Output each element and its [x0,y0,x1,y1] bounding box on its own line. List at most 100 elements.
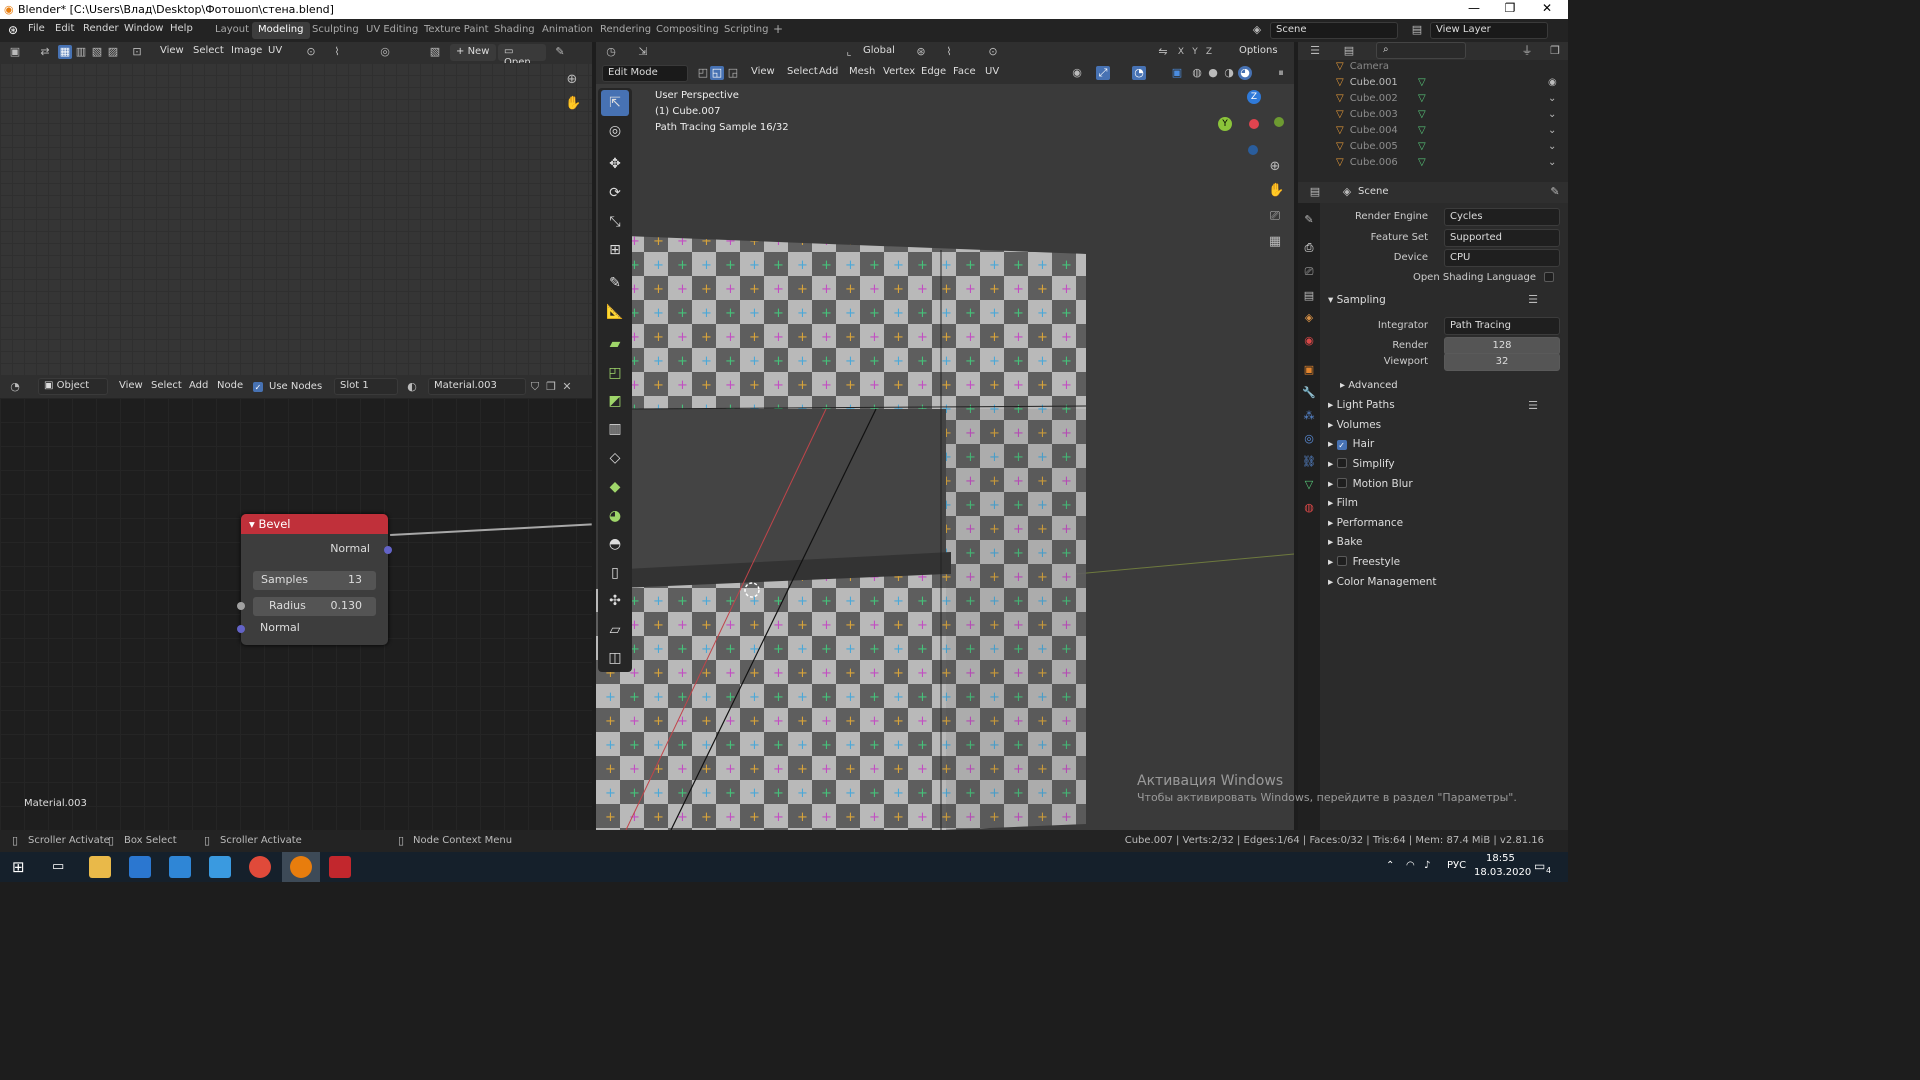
modifier-tab-icon[interactable]: 🔧 [1302,386,1316,400]
move-tool-icon[interactable]: ✥ [601,151,629,177]
uv-sync-icon[interactable]: ⇄ [38,45,52,59]
motion-blur-section[interactable]: ▸ Motion Blur [1328,478,1413,490]
gizmo-toggle-icon[interactable]: ⤢ [1096,66,1110,80]
advanced-subsection[interactable]: ▸ Advanced [1340,380,1398,391]
pan-icon[interactable]: ✋ [1268,184,1284,198]
freestyle-checkbox[interactable] [1336,556,1347,566]
radius-socket[interactable] [237,602,245,610]
simplify-section[interactable]: ▸ Simplify [1328,458,1395,470]
hair-checkbox[interactable]: ✓ [1336,440,1347,450]
data-tab-icon[interactable]: ▽ [1302,478,1316,492]
new-collection-icon[interactable]: ❐ [1548,44,1562,58]
shrink-fatten-tool-icon[interactable]: ✣ [601,588,629,614]
wireframe-shading-icon[interactable]: ◍ [1190,66,1204,80]
material-name-field[interactable]: Material.003 [428,378,526,395]
material-tab-icon[interactable]: ◍ [1302,501,1316,515]
extrude-tool-icon[interactable]: ▰ [601,331,629,357]
eye-closed-icon[interactable]: ⌄ [1548,93,1556,104]
light-paths-section[interactable]: ▸ Light Paths [1328,399,1395,411]
display-mode-icon[interactable]: ▤ [1342,44,1356,58]
simplify-checkbox[interactable] [1336,458,1347,468]
eye-closed-icon[interactable]: ⌄ [1548,109,1556,120]
bevel-node[interactable]: ▾ Bevel Normal Samples 13 Radius 0.130 Nor… [237,514,392,645]
close-button[interactable]: ✕ [1531,1,1563,15]
task-view-icon[interactable]: ▭ [52,859,64,874]
outliner-search-input[interactable]: ⌕ [1376,42,1466,59]
tab-modeling[interactable]: Modeling [252,22,310,39]
rotate-tool-icon[interactable]: ⟳ [601,180,629,206]
performance-section[interactable]: ▸ Performance [1328,517,1403,529]
notification-icon[interactable]: ▭ [1534,859,1545,873]
vp-menu-face[interactable]: Face [948,64,981,81]
object-tab-icon[interactable]: ▣ [1302,363,1316,377]
edge-select-icon[interactable]: ▥ [74,45,88,59]
image-menu-select[interactable]: Select [188,43,229,60]
blender-menu-icon[interactable]: ⊛ [8,23,18,37]
mirror-x-icon[interactable]: X [1174,45,1188,59]
zoom-icon[interactable]: ⊕ [565,73,579,87]
outliner-item-cube-001[interactable]: ▽ Cube.001 ▽ ◉ [1336,77,1557,88]
outliner-type-icon[interactable]: ☰ [1308,44,1322,58]
network-icon[interactable]: ◠ [1406,860,1415,871]
list-icon[interactable]: ☰ [1526,399,1540,413]
tool-tab-icon[interactable]: ✎ [1302,213,1316,227]
image-editor-canvas[interactable]: ⊕ ✋ [0,63,592,376]
output-tab-icon[interactable]: ⎚ [1302,265,1316,279]
integrator-dropdown[interactable]: Path Tracing [1444,317,1560,335]
menu-file[interactable]: File [28,23,45,34]
shear-tool-icon[interactable]: ▱ [601,617,629,643]
output-normal-socket[interactable] [384,546,392,554]
vertex-select-icon[interactable]: ▦ [58,45,72,59]
pivot-icon[interactable]: ⊙ [304,45,318,59]
open-image-button[interactable]: ▭ Open [498,44,546,68]
options-menu[interactable]: Options [1234,44,1288,61]
snap-icon[interactable]: ⌇ [330,45,344,59]
color-management-section[interactable]: ▸ Color Management [1328,576,1437,588]
feature-set-dropdown[interactable]: Supported [1444,229,1560,247]
measure-tool-icon[interactable]: 📐 [601,299,629,325]
outliner-item-camera[interactable]: ▽ Camera [1336,61,1389,72]
add-workspace-button[interactable]: + [767,20,789,37]
xray-icon[interactable]: ▣ [1170,66,1184,80]
spin-tool-icon[interactable]: ◕ [601,503,629,529]
navigation-gizmo[interactable]: Z Y [1218,90,1288,160]
mirror-y-icon[interactable]: Y [1188,45,1202,59]
new-image-button[interactable]: + New [450,44,496,61]
pan-hand-icon[interactable]: ✋ [565,97,581,111]
volumes-section[interactable]: ▸ Volumes [1328,419,1381,431]
osl-checkbox[interactable] [1544,272,1554,282]
rip-tool-icon[interactable]: ◫ [601,645,629,671]
scale-tool-icon[interactable]: ⤡ [601,209,629,235]
sticky-select-icon[interactable]: ⊡ [130,45,144,59]
camera-view-icon[interactable]: ⎚ [1268,210,1282,224]
app-icon[interactable] [209,856,231,878]
loop-cut-tool-icon[interactable]: ▥ [601,416,629,442]
face-select-icon[interactable]: ▧ [90,45,104,59]
eye-icon[interactable]: ◉ [1548,77,1557,88]
mirror-z-icon[interactable]: Z [1202,45,1216,59]
tab-animation[interactable]: Animation [536,22,599,39]
tab-compositing[interactable]: Compositing [650,22,725,39]
snapping-icon[interactable]: ⌇ [942,45,956,59]
render-engine-dropdown[interactable]: Cycles [1444,208,1560,226]
unlink-icon[interactable]: ✕ [560,380,574,394]
menu-edit[interactable]: Edit [55,23,74,34]
particles-tab-icon[interactable]: ⁂ [1302,409,1316,423]
vp-menu-view[interactable]: View [746,64,780,81]
gizmo-z-icon[interactable]: Z [1247,90,1261,104]
pin-icon[interactable]: ✎ [553,45,567,59]
blender-taskbar-icon[interactable] [282,852,320,882]
mirror-icon[interactable]: ⇋ [1156,45,1170,59]
language-indicator[interactable]: РУС [1447,860,1466,871]
maximize-button[interactable]: ❐ [1494,1,1526,15]
samples-field[interactable]: Samples 13 [253,571,376,590]
gizmo-y-icon[interactable]: Y [1218,117,1232,131]
node-header[interactable]: ▾ Bevel [241,514,388,534]
viewport-samples-field[interactable]: 32 [1444,353,1560,371]
mail-icon[interactable] [169,856,191,878]
outliner-item-cube-003[interactable]: ▽ Cube.003 ▽ ⌄ [1336,109,1556,120]
view-layer-selector[interactable]: View Layer [1430,22,1548,39]
motion-blur-checkbox[interactable] [1336,478,1347,488]
vp-menu-edge[interactable]: Edge [916,64,951,81]
knife-tool-icon[interactable]: ◇ [601,445,629,471]
